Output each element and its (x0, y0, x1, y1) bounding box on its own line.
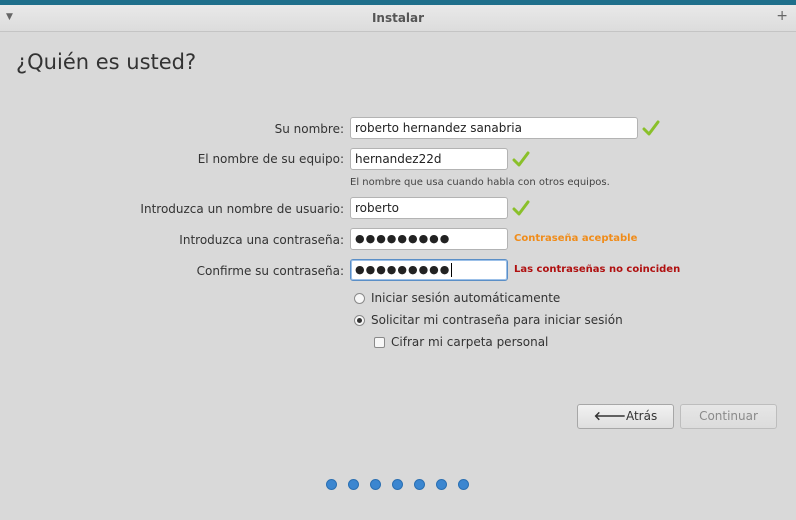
progress-step-dot (370, 479, 381, 490)
password-field[interactable]: ●●●●●●●●● (350, 228, 508, 250)
text-cursor (451, 263, 453, 277)
name-label: Su nombre: (274, 122, 344, 136)
require-password-label[interactable]: Solicitar mi contraseña para iniciar ses… (371, 313, 623, 327)
arrow-left-icon: 🡐 (593, 409, 626, 423)
confirm-password-value: ●●●●●●●●● (355, 263, 451, 276)
title-bar: ▼ Instalar + (0, 5, 796, 32)
progress-step-dot (436, 479, 447, 490)
progress-step-dot (326, 479, 337, 490)
back-button-label: Atrás (625, 409, 658, 423)
progress-step-dot (458, 479, 469, 490)
encrypt-home-checkbox[interactable] (374, 337, 385, 348)
name-valid-check-icon (642, 120, 660, 136)
plus-icon[interactable]: + (776, 8, 788, 24)
name-field[interactable]: roberto hernandez sanabria (350, 117, 638, 139)
continue-button[interactable]: Continuar (680, 404, 777, 429)
password-label: Introduzca una contraseña: (179, 233, 344, 247)
encrypt-home-label[interactable]: Cifrar mi carpeta personal (391, 335, 548, 349)
back-button[interactable]: 🡐Atrás (577, 404, 674, 429)
computer-name-field[interactable]: hernandez22d (350, 148, 508, 170)
auto-login-label[interactable]: Iniciar sesión automáticamente (371, 291, 560, 305)
username-valid-check-icon (512, 200, 530, 216)
username-field[interactable]: roberto (350, 197, 508, 219)
username-label: Introduzca un nombre de usuario: (140, 202, 344, 216)
computer-name-label: El nombre de su equipo: (197, 152, 344, 166)
confirm-password-field[interactable]: ●●●●●●●●● (350, 259, 508, 281)
password-mismatch-status: Las contraseñas no coinciden (514, 264, 681, 275)
page-title: ¿Quién es usted? (16, 50, 197, 74)
auto-login-radio[interactable] (354, 293, 365, 304)
confirm-password-label: Confirme su contraseña: (196, 264, 344, 278)
password-strength-status: Contraseña aceptable (514, 233, 638, 244)
computer-name-hint: El nombre que usa cuando habla con otros… (350, 177, 610, 188)
require-password-radio[interactable] (354, 315, 365, 326)
progress-step-dot (348, 479, 359, 490)
computer-name-valid-check-icon (512, 151, 530, 167)
progress-step-dot (414, 479, 425, 490)
progress-step-dot (392, 479, 403, 490)
window-title: Instalar (371, 11, 425, 25)
